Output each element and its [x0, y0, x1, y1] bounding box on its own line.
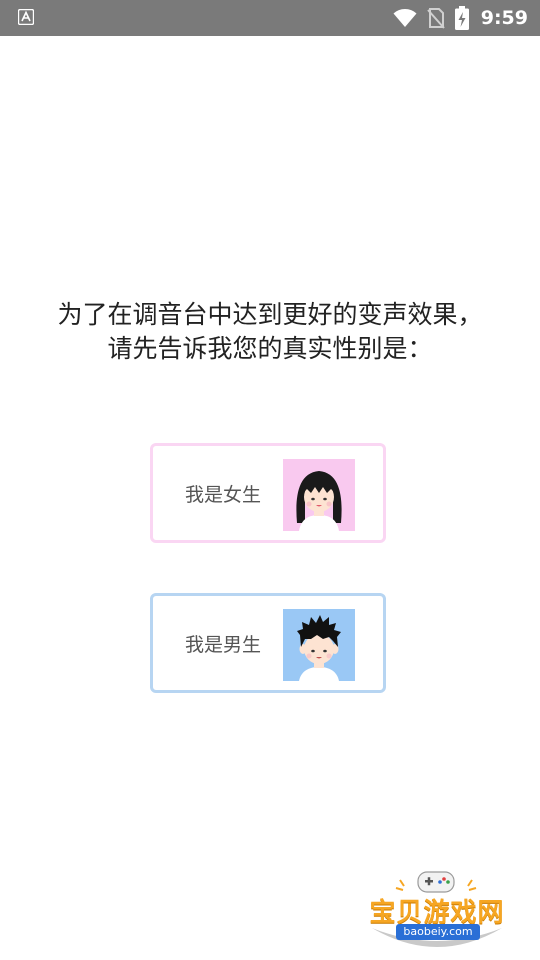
male-option-button[interactable]: 我是男生	[150, 593, 386, 693]
gender-prompt: 为了在调音台中达到更好的变声效果， 请先告诉我您的真实性别是：	[0, 298, 540, 366]
female-option-label: 我是女生	[185, 483, 262, 506]
female-option-button[interactable]: 我是女生	[150, 443, 386, 543]
wifi-icon	[393, 9, 417, 27]
girl-avatar-icon	[283, 459, 355, 531]
no-sim-icon	[426, 8, 445, 29]
prompt-line-2: 请先告诉我您的真实性别是：	[107, 334, 433, 363]
clock: 9:59	[480, 7, 528, 29]
watermark-url: baobeiy.com	[396, 924, 480, 940]
battery-charging-icon	[454, 6, 469, 30]
watermark-logo: 宝贝游戏网 baobeiy.com	[362, 866, 512, 956]
a-notification-icon	[18, 9, 34, 25]
prompt-line-1: 为了在调音台中达到更好的变声效果，	[57, 300, 483, 329]
boy-avatar-icon	[283, 609, 355, 681]
male-option-label: 我是男生	[185, 633, 262, 656]
status-bar: 9:59	[0, 0, 540, 36]
